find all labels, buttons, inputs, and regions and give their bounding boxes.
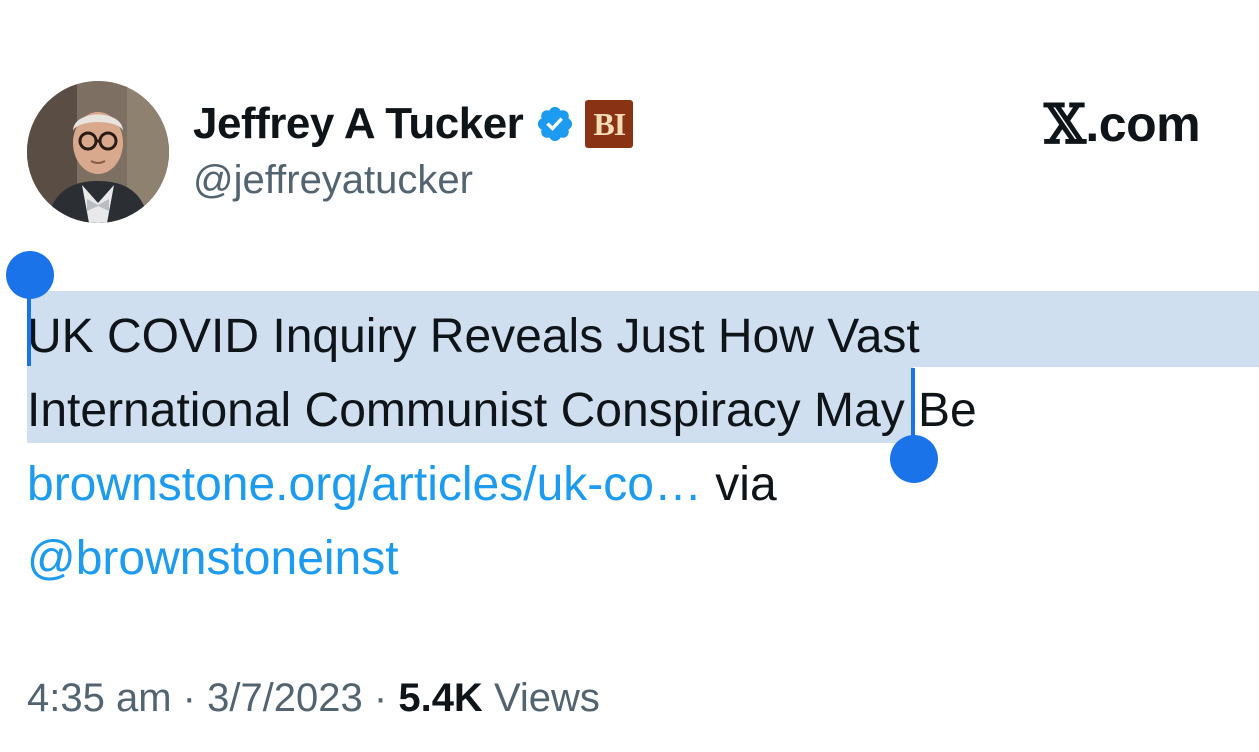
tweet-text-line: brownstone.org/articles/uk-co… via [27, 448, 777, 522]
x-logo-icon: 𝕏 [1044, 92, 1086, 156]
author-display-name[interactable]: Jeffrey A Tucker [193, 99, 524, 149]
tweet-date[interactable]: 3/7/2023 [207, 676, 363, 720]
tweet-text-via: via [701, 458, 777, 511]
selection-start-knob[interactable] [6, 251, 54, 299]
tweet-metadata: 4:35 am · 3/7/2023 · 5.4K Views [27, 670, 600, 726]
tweet-text-line: UK COVID Inquiry Reveals Just How Vast [27, 300, 920, 374]
author-handle[interactable]: @jeffreyatucker [193, 158, 473, 203]
tweet-time[interactable]: 4:35 am [27, 676, 172, 720]
brand-domain: .com [1085, 96, 1201, 152]
avatar[interactable] [27, 81, 169, 223]
tweet-text-line: @brownstoneinst [27, 522, 399, 596]
tweet-text-selected: International Communist Conspiracy [27, 384, 801, 437]
tweet-text-selected: UK COVID Inquiry Reveals Just How Vast [27, 310, 920, 363]
avatar-photo [27, 81, 169, 223]
tweet-text: May Be [800, 384, 977, 437]
x-com-logo: 𝕏 .com [1044, 92, 1201, 156]
verified-badge-icon[interactable] [535, 104, 575, 144]
views-label: Views [482, 676, 600, 720]
mention-link[interactable]: @brownstoneinst [27, 532, 399, 585]
separator-dot: · [171, 676, 208, 720]
article-link[interactable]: brownstone.org/articles/uk-co… [27, 458, 702, 511]
views-count[interactable]: 5.4K [398, 676, 483, 720]
separator-dot: · [362, 676, 399, 720]
selection-end-knob[interactable] [890, 435, 938, 483]
affiliate-badge[interactable]: BI [585, 100, 634, 148]
tweet-text-line: International Communist Conspiracy May B… [27, 374, 977, 448]
author-name-row: Jeffrey A Tucker BI [193, 96, 634, 152]
